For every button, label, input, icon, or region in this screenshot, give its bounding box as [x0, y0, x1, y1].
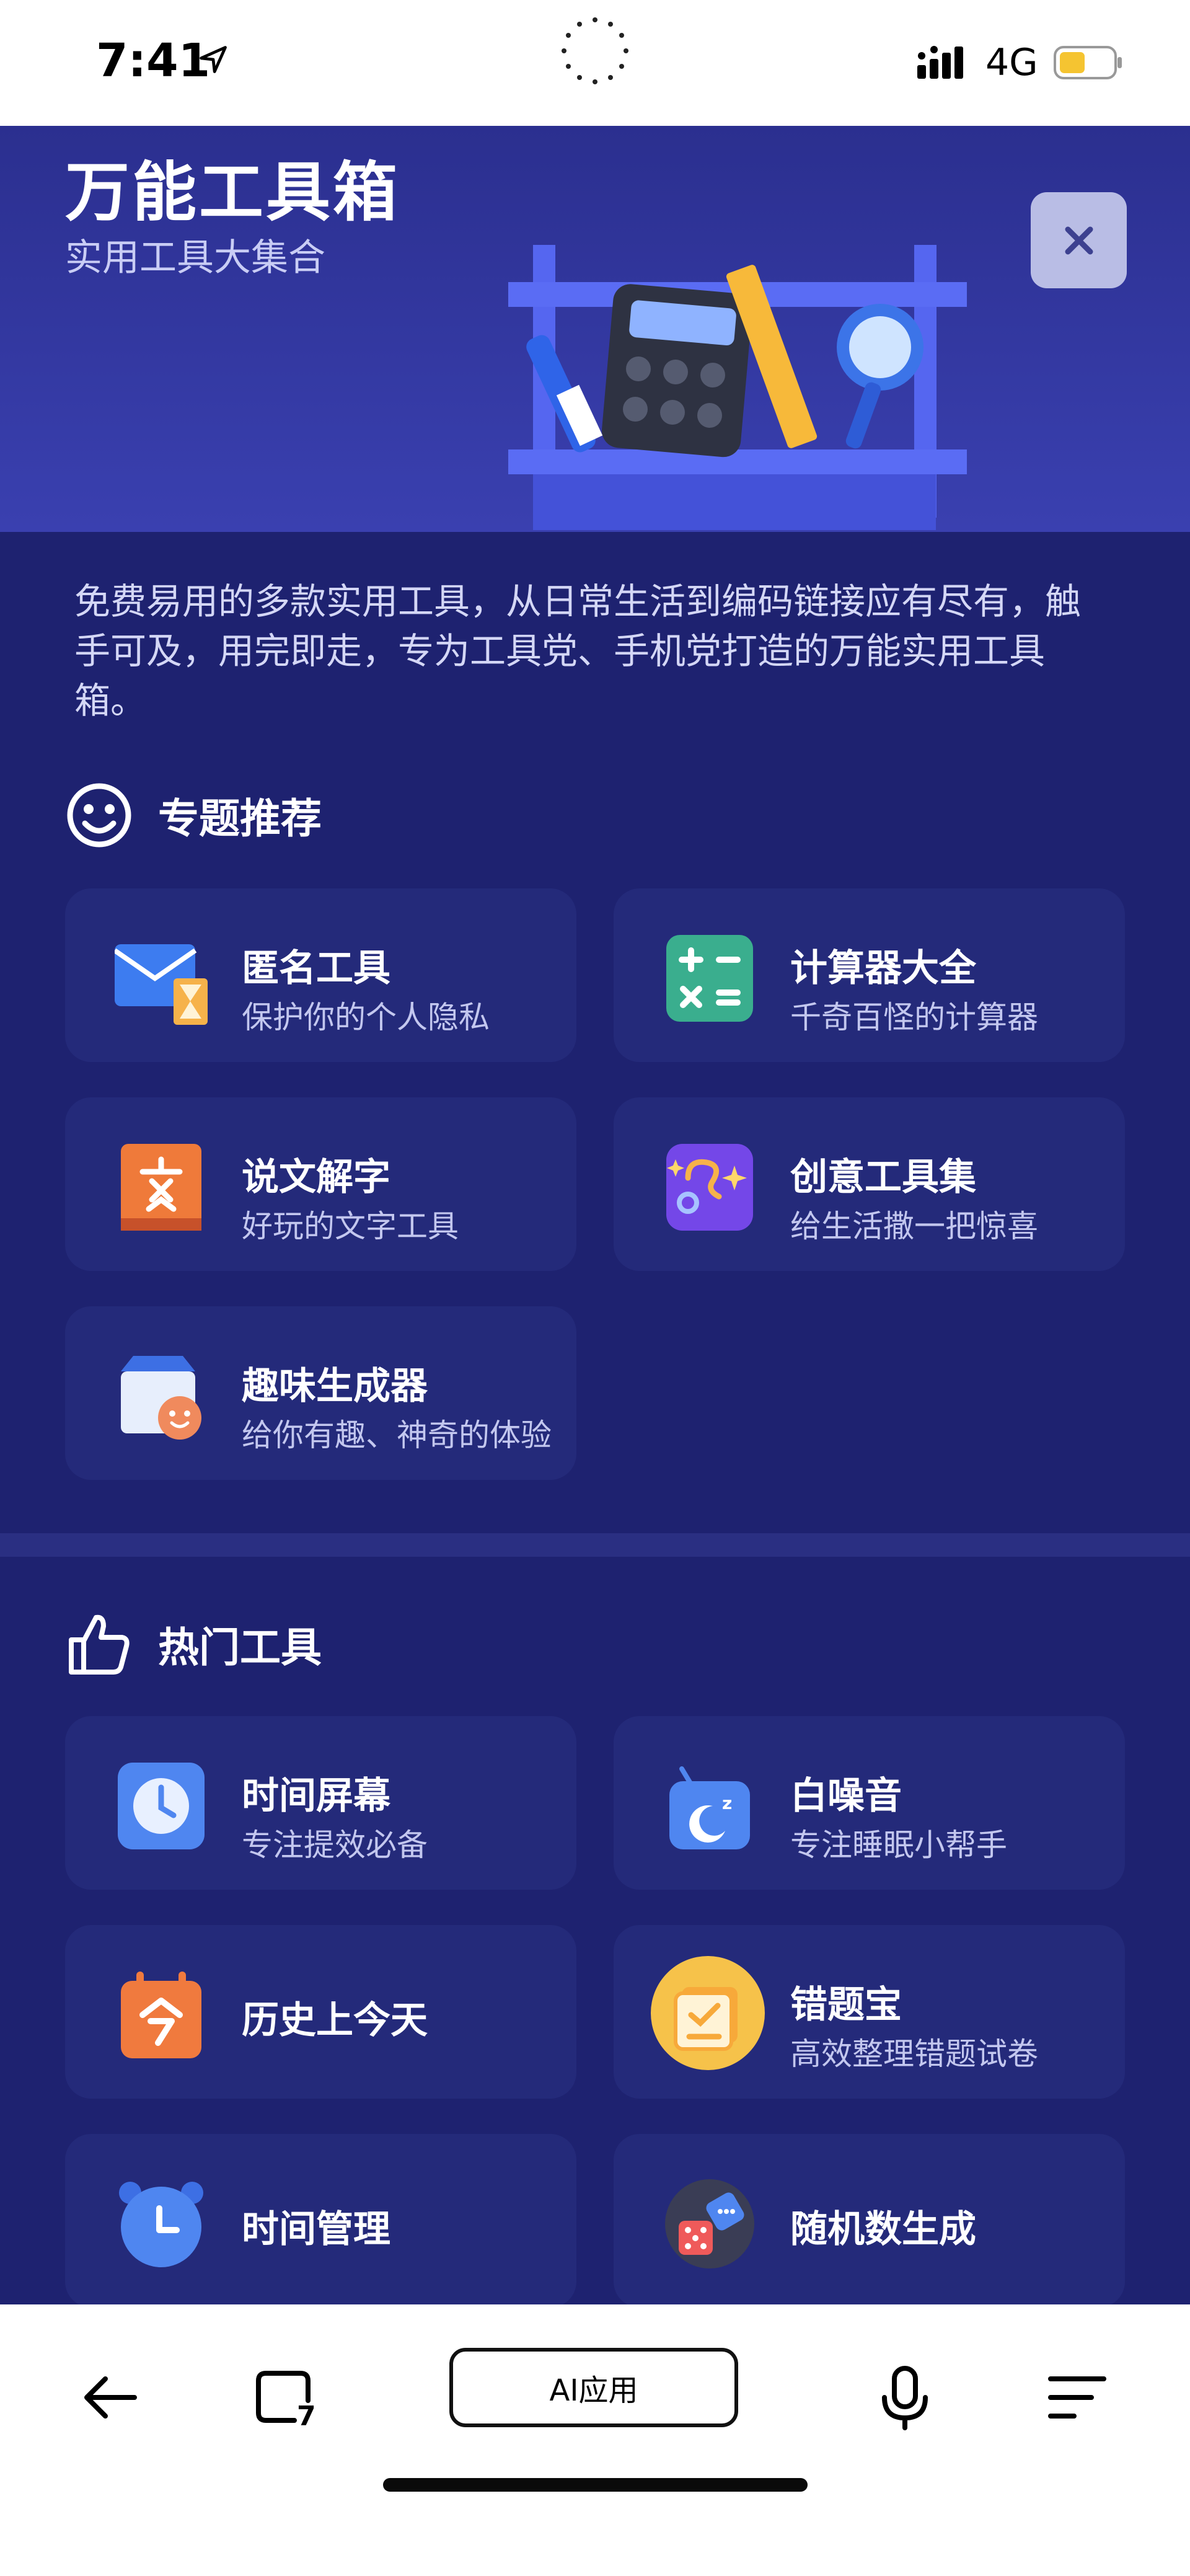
signal-icon [917, 46, 963, 79]
thumbs-up-icon [65, 1610, 133, 1678]
intro-text: 免费易用的多款实用工具，从日常生活到编码链接应有尽有，触手可及，用完即走，专为工… [74, 580, 1082, 722]
book-character-icon [121, 1144, 201, 1231]
section-title-featured: 专题推荐 [65, 781, 322, 849]
card-title: 创意工具集 [790, 1156, 976, 1199]
close-icon [1065, 226, 1093, 254]
tool-card-etymology[interactable]: 说文解字 好玩的文字工具 [65, 1097, 576, 1271]
page-subtitle: 实用工具大集合 [65, 236, 325, 280]
clock-icon [118, 1763, 205, 1849]
section-divider [0, 1533, 1190, 1557]
tool-card-time-screen[interactable]: 时间屏幕 专注提效必备 [65, 1716, 576, 1890]
section-title-featured-label: 专题推荐 [158, 795, 322, 843]
radio-moon-icon: z [669, 1766, 750, 1849]
battery-icon [1054, 46, 1122, 79]
calculator-icon [666, 935, 753, 1022]
card-desc: 给你有趣、神奇的体验 [242, 1417, 552, 1453]
menu-icon[interactable] [1043, 2363, 1111, 2432]
card-title: 计算器大全 [790, 947, 976, 990]
error-book-icon [651, 1956, 765, 2070]
loading-spinner-icon [562, 17, 628, 84]
status-bar: 7:41 4G [0, 0, 1190, 126]
card-desc: 专注提效必备 [242, 1827, 428, 1863]
microphone-icon[interactable] [871, 2363, 939, 2432]
section-title-hot-label: 热门工具 [158, 1624, 322, 1671]
tabs-icon[interactable]: 7 [251, 2363, 319, 2432]
creative-sparkle-icon [666, 1144, 753, 1231]
alarm-clock-icon [119, 2182, 203, 2267]
card-desc: 高效整理错题试卷 [790, 2036, 1038, 2072]
smiley-box-icon [121, 1356, 201, 1440]
tool-card-creative[interactable]: 创意工具集 给生活撒一把惊喜 [614, 1097, 1125, 1271]
card-desc: 保护你的个人隐私 [242, 999, 490, 1035]
svg-text:z: z [722, 1793, 732, 1813]
envelope-hourglass-icon [115, 944, 208, 1025]
svg-text:7: 7 [297, 2401, 316, 2432]
card-title: 趣味生成器 [242, 1365, 428, 1408]
close-button[interactable] [1031, 192, 1127, 288]
tool-card-error-book[interactable]: 错题宝 高效整理错题试卷 [614, 1925, 1125, 2099]
tool-card-calculators[interactable]: 计算器大全 千奇百怪的计算器 [614, 888, 1125, 1062]
tool-card-today-in-history[interactable]: 历史上今天 [65, 1925, 576, 2099]
card-title: 匿名工具 [242, 947, 390, 990]
tool-card-anonymous[interactable]: 匿名工具 保护你的个人隐私 [65, 888, 576, 1062]
smiley-icon [65, 781, 133, 849]
back-arrow-icon[interactable] [76, 2363, 144, 2432]
card-title: 错题宝 [790, 1983, 902, 2027]
card-desc: 给生活撒一把惊喜 [790, 1208, 1038, 1244]
dice-icon [665, 2179, 754, 2268]
card-desc: 千奇百怪的计算器 [790, 999, 1038, 1035]
calendar-today-icon [121, 1972, 201, 2058]
card-title: 时间屏幕 [242, 1774, 390, 1818]
tool-card-random-number[interactable]: 随机数生成 [614, 2134, 1125, 2308]
section-title-hot: 热门工具 [65, 1610, 322, 1678]
tool-card-time-management[interactable]: 时间管理 [65, 2134, 576, 2308]
ai-apps-button[interactable]: AI应用 [449, 2348, 738, 2427]
network-type: 4G [985, 41, 1038, 84]
card-desc: 专注睡眠小帮手 [790, 1827, 1007, 1863]
toolbox-illustration [508, 245, 967, 530]
status-time: 7:41 [96, 34, 211, 87]
card-title: 说文解字 [242, 1156, 390, 1199]
card-title: 时间管理 [242, 2208, 390, 2251]
card-title: 随机数生成 [790, 2208, 976, 2251]
browser-bottom-bar: 7 AI应用 [0, 2304, 1190, 2576]
tool-card-white-noise[interactable]: z 白噪音 专注睡眠小帮手 [614, 1716, 1125, 1890]
page-title: 万能工具箱 [65, 154, 400, 230]
card-desc: 好玩的文字工具 [242, 1208, 459, 1244]
tool-card-fun-generator[interactable]: 趣味生成器 给你有趣、神奇的体验 [65, 1306, 576, 1480]
card-title: 历史上今天 [242, 1999, 428, 2042]
card-title: 白噪音 [790, 1774, 902, 1818]
home-indicator [383, 2478, 808, 2492]
location-arrow-icon [200, 46, 227, 73]
